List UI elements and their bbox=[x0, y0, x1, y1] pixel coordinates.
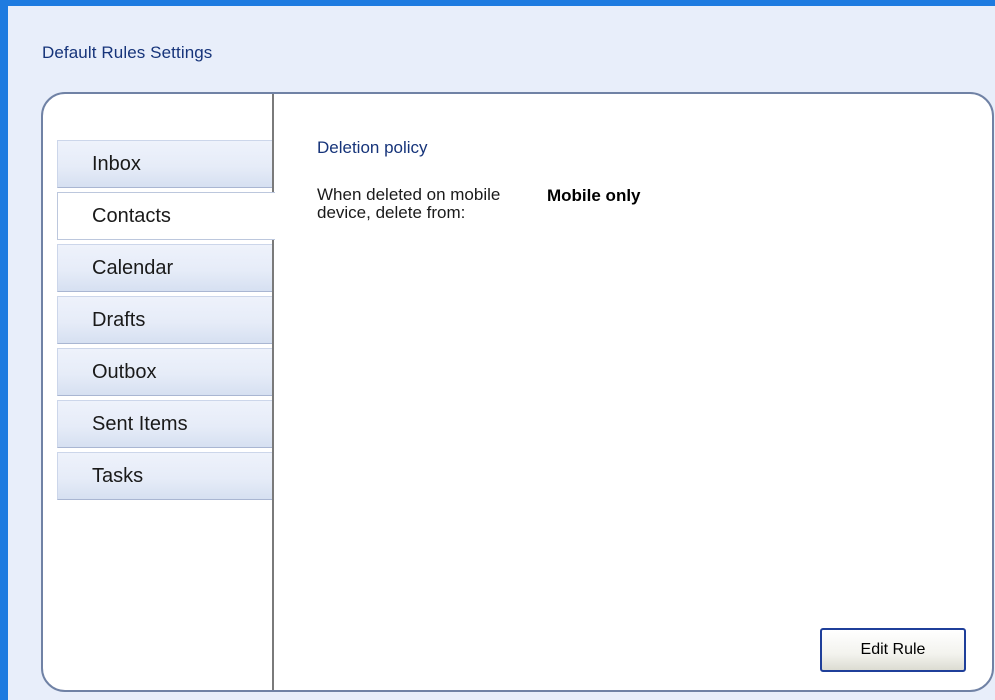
tab-sent-items[interactable]: Sent Items bbox=[57, 400, 273, 448]
window-frame: Default Rules Settings Inbox Contacts Ca… bbox=[0, 0, 995, 700]
section-title: Deletion policy bbox=[317, 138, 428, 157]
tab-label: Drafts bbox=[92, 308, 146, 331]
deletion-field-value: Mobile only bbox=[547, 186, 641, 205]
tab-label: Calendar bbox=[92, 256, 174, 279]
tab-inbox[interactable]: Inbox bbox=[57, 140, 273, 188]
tab-label: Contacts bbox=[92, 204, 171, 227]
folder-tab-list: Inbox Contacts Calendar Drafts Outbox Se… bbox=[57, 140, 275, 504]
tab-drafts[interactable]: Drafts bbox=[57, 296, 273, 344]
edit-rule-button[interactable]: Edit Rule bbox=[820, 628, 966, 672]
tab-outbox[interactable]: Outbox bbox=[57, 348, 273, 396]
rule-content: Deletion policy When deleted on mobile d… bbox=[317, 94, 992, 690]
settings-panel: Inbox Contacts Calendar Drafts Outbox Se… bbox=[41, 92, 994, 692]
tab-label: Outbox bbox=[92, 360, 157, 383]
tab-contacts[interactable]: Contacts bbox=[57, 192, 275, 240]
tab-label: Tasks bbox=[92, 464, 144, 487]
tab-calendar[interactable]: Calendar bbox=[57, 244, 273, 292]
tab-label: Inbox bbox=[92, 152, 141, 175]
window-title: Default Rules Settings bbox=[42, 43, 213, 62]
deletion-field-label: When deleted on mobile device, delete fr… bbox=[317, 185, 501, 222]
panel-divider bbox=[272, 94, 274, 690]
tab-tasks[interactable]: Tasks bbox=[57, 452, 273, 500]
tab-label: Sent Items bbox=[92, 412, 188, 435]
